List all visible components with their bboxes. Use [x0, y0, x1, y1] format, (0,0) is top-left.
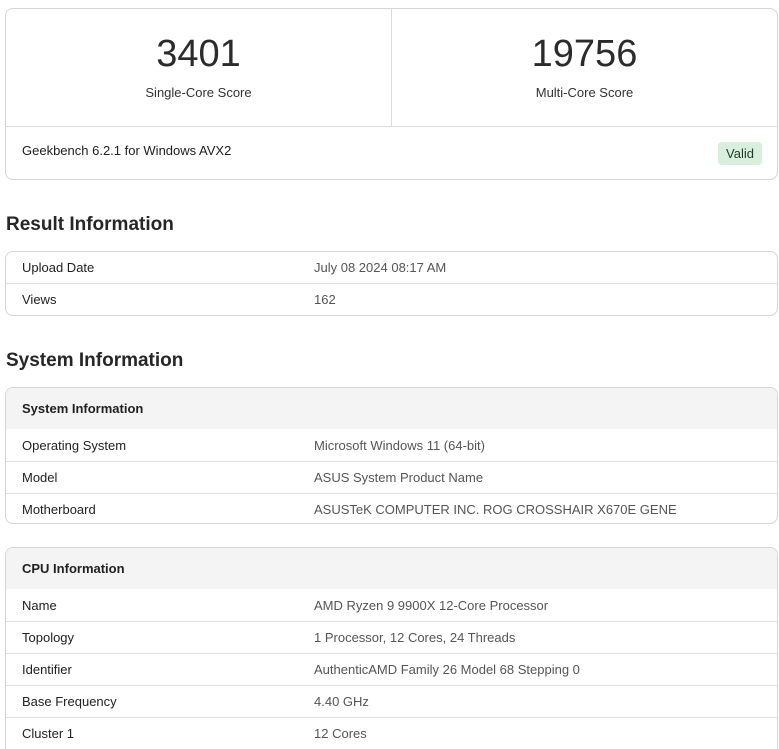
version-row: Geekbench 6.2.1 for Windows AVX2 Valid	[6, 127, 777, 179]
row-label: Operating System	[22, 437, 127, 453]
table-row: Base Frequency 4.40 GHz	[6, 685, 777, 717]
row-label: Name	[22, 597, 57, 613]
row-label: Motherboard	[22, 502, 96, 517]
row-value: 162	[314, 292, 336, 307]
system-information-table: System Information Operating System Micr…	[5, 387, 778, 524]
single-core-score-value: 3401	[156, 33, 241, 75]
single-core-score: 3401 Single-Core Score	[6, 9, 391, 126]
system-information-rows: Operating System Microsoft Windows 11 (6…	[6, 429, 777, 523]
row-label: Base Frequency	[22, 694, 117, 709]
row-label: Identifier	[22, 662, 72, 677]
row-value: 1 Processor, 12 Cores, 24 Threads	[314, 630, 516, 645]
row-label: Views	[22, 292, 57, 307]
table-row: Motherboard ASUSTeK COMPUTER INC. ROG CR…	[6, 493, 777, 523]
score-card: 3401 Single-Core Score 19756 Multi-Core …	[5, 8, 778, 180]
multi-core-score-value: 19756	[531, 33, 638, 75]
row-label: Upload Date	[22, 260, 95, 275]
row-label: Model	[22, 470, 58, 485]
cpu-information-card-title: CPU Information	[6, 548, 777, 589]
row-label: Cluster 1	[22, 726, 75, 741]
scores-row: 3401 Single-Core Score 19756 Multi-Core …	[6, 9, 777, 127]
benchmark-version: Geekbench 6.2.1 for Windows AVX2	[22, 143, 232, 158]
status-badge: Valid	[718, 142, 762, 165]
table-row: Identifier AuthenticAMD Family 26 Model …	[6, 653, 777, 685]
result-information-rows: Upload Date July 08 2024 08:17 AM Views …	[6, 252, 777, 315]
row-value: Microsoft Windows 11 (64-bit)	[314, 437, 485, 453]
system-information-card-title: System Information	[6, 388, 777, 429]
cpu-information-rows: Name AMD Ryzen 9 9900X 12-Core Processor…	[6, 589, 777, 749]
table-row: Operating System Microsoft Windows 11 (6…	[6, 429, 777, 461]
geekbench-result-page: 3401 Single-Core Score 19756 Multi-Core …	[0, 0, 779, 749]
row-value: 4.40 GHz	[314, 694, 369, 709]
multi-core-score-label: Multi-Core Score	[535, 85, 634, 100]
cpu-information-table: CPU Information Name AMD Ryzen 9 9900X 1…	[5, 547, 778, 749]
result-information-heading: Result Information	[6, 214, 174, 235]
row-value: July 08 2024 08:17 AM	[314, 260, 447, 275]
row-label: Topology	[22, 630, 75, 645]
table-row: Cluster 1 12 Cores	[6, 717, 777, 749]
table-row: Topology 1 Processor, 12 Cores, 24 Threa…	[6, 621, 777, 653]
system-information-heading: System Information	[6, 350, 184, 371]
multi-core-score: 19756 Multi-Core Score	[391, 9, 777, 126]
row-value: AMD Ryzen 9 9900X 12-Core Processor	[314, 597, 549, 613]
result-information-table: Upload Date July 08 2024 08:17 AM Views …	[5, 251, 778, 316]
row-value: AuthenticAMD Family 26 Model 68 Stepping…	[314, 662, 580, 677]
row-value: ASUSTeK COMPUTER INC. ROG CROSSHAIR X670…	[314, 502, 677, 517]
table-row: Upload Date July 08 2024 08:17 AM	[6, 252, 777, 283]
row-value: ASUS System Product Name	[314, 470, 484, 485]
single-core-score-label: Single-Core Score	[145, 85, 252, 100]
table-row: Name AMD Ryzen 9 9900X 12-Core Processor	[6, 589, 777, 621]
row-value: 12 Cores	[314, 726, 367, 741]
table-row: Views 162	[6, 283, 777, 315]
table-row: Model ASUS System Product Name	[6, 461, 777, 493]
